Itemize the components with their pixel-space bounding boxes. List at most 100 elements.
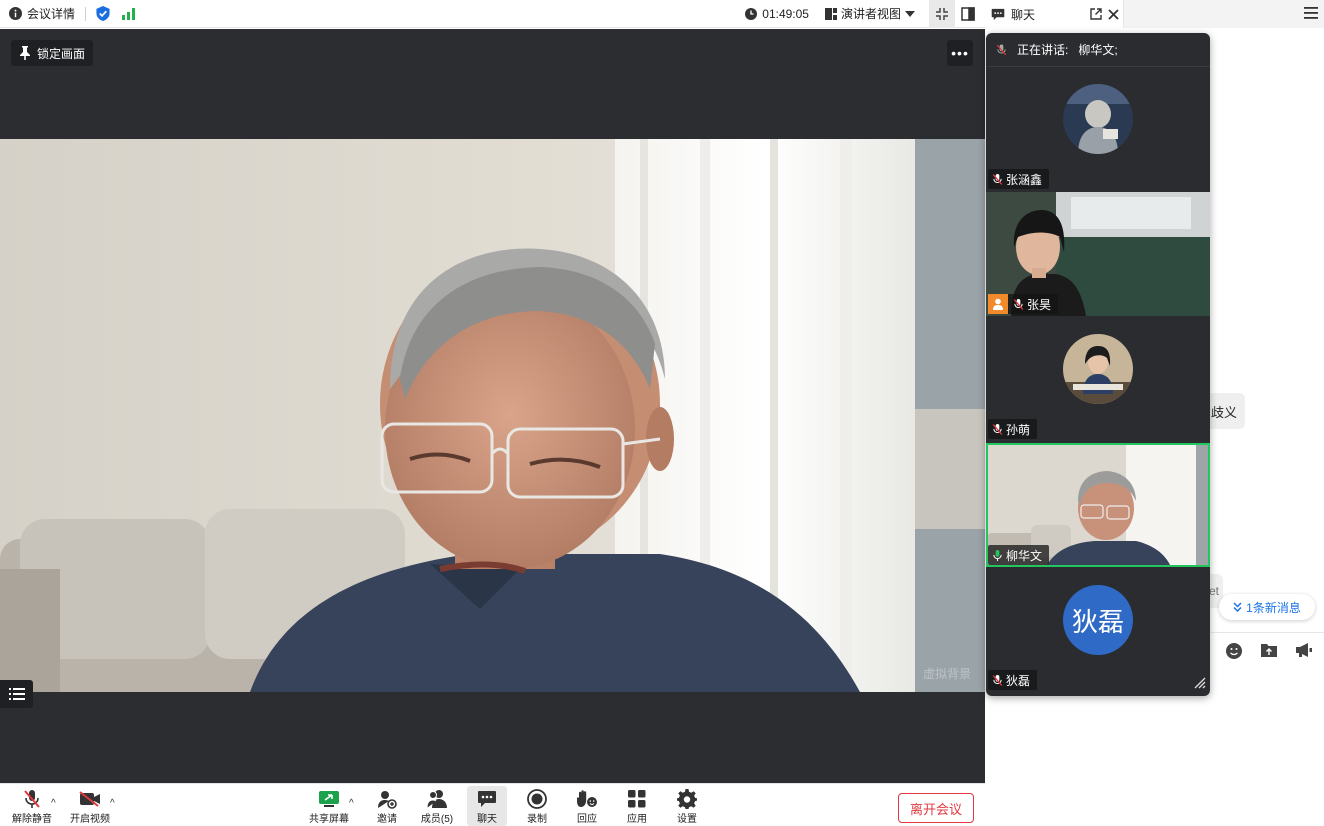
participant-name: 狄磊 — [1006, 673, 1031, 688]
participant-name-tag: 孙萌 — [988, 419, 1038, 439]
record-button[interactable]: 录制 — [520, 786, 554, 826]
record-icon — [527, 788, 547, 809]
security-shield-icon[interactable] — [96, 6, 110, 21]
invite-label: 邀请 — [377, 813, 397, 825]
text-avatar: 狄磊 — [1063, 585, 1133, 655]
speaking-label: 正在讲话: — [1017, 43, 1069, 57]
chat-button[interactable]: 聊天 — [467, 786, 507, 826]
sidebar-icon — [961, 6, 975, 21]
more-options-button[interactable]: ••• — [947, 40, 973, 66]
invite-user-icon — [378, 790, 397, 809]
share-screen-icon — [319, 790, 339, 807]
participant-name: 孙萌 — [1006, 422, 1031, 437]
mic-muted-icon — [1013, 298, 1024, 310]
participant-tile[interactable]: 狄磊 狄磊 — [986, 568, 1210, 692]
meeting-timer: 01:49:05 — [745, 7, 809, 21]
exit-fullscreen-button[interactable] — [929, 0, 955, 28]
participant-tile-active-speaker[interactable]: 柳华文 — [986, 443, 1210, 567]
chat-side-bar — [1123, 0, 1324, 28]
reactions-button[interactable]: 回应 — [570, 786, 604, 826]
chat-input-tools — [1225, 642, 1313, 660]
leave-meeting-button[interactable]: 离开会议 — [898, 793, 974, 823]
side-panel-toggle-button[interactable] — [955, 0, 981, 28]
video-options-caret[interactable]: ^ — [110, 798, 115, 809]
settings-button[interactable]: 设置 — [670, 786, 704, 826]
close-icon[interactable] — [1108, 8, 1119, 20]
pin-icon — [20, 46, 30, 60]
speaker-video: 虚拟背景 — [0, 139, 985, 692]
resize-handle-icon[interactable] — [1194, 677, 1206, 689]
meeting-window: 会议详情 01:49:05 演讲者视图 锁定画面 ••• 虚拟背景 解除静音 ^… — [0, 0, 1324, 826]
view-mode-dropdown[interactable]: 演讲者视图 — [824, 5, 915, 22]
top-bar: 会议详情 01:49:05 演讲者视图 — [0, 0, 985, 28]
members-label: 成员(5) — [420, 813, 454, 825]
list-icon — [8, 688, 25, 700]
signal-strength-icon[interactable] — [122, 7, 136, 20]
double-chevron-down-icon — [1233, 602, 1242, 612]
meeting-details-button[interactable]: 会议详情 — [9, 5, 75, 22]
participant-gallery: 正在讲话: 柳华文; 张涵鑫 张昊 孙萌 柳华文 狄磊 狄磊 — [986, 33, 1210, 696]
mic-muted-icon — [996, 44, 1007, 55]
participant-name-tag: 张涵鑫 — [988, 169, 1050, 189]
bottom-toolbar: 解除静音 ^ 开启视频 ^ 共享屏幕 ^ 邀请 成员(5) 聊天 录制 回应 应… — [0, 783, 985, 826]
timer-text: 01:49:05 — [762, 6, 809, 21]
chat-bubble-icon — [478, 790, 496, 807]
participant-name: 柳华文 — [1006, 548, 1043, 563]
participant-tile[interactable]: 孙萌 — [986, 317, 1210, 441]
new-messages-button[interactable]: 1条新消息 — [1219, 594, 1315, 620]
reaction-hand-icon — [576, 789, 597, 807]
camera-off-icon — [79, 790, 100, 807]
folder-upload-icon[interactable] — [1260, 642, 1278, 658]
apps-button[interactable]: 应用 — [620, 786, 654, 826]
share-screen-button[interactable]: 共享屏幕 — [308, 786, 350, 826]
mic-muted-icon — [992, 173, 1003, 185]
gear-icon — [677, 788, 697, 809]
participant-name: 张涵鑫 — [1006, 172, 1043, 187]
chat-title: 聊天 — [1011, 7, 1036, 22]
chat-label: 聊天 — [477, 813, 497, 825]
participant-list-button[interactable] — [0, 680, 33, 708]
chat-icon — [991, 8, 1005, 20]
view-mode-label: 演讲者视图 — [840, 7, 901, 21]
participant-tile[interactable]: 张昊 — [986, 192, 1210, 316]
apps-grid-icon — [628, 789, 646, 807]
start-video-button[interactable]: 开启视频 — [68, 786, 112, 826]
participant-name-tag: 狄磊 — [988, 670, 1038, 690]
unmute-label: 解除静音 — [12, 813, 52, 825]
meeting-details-label: 会议详情 — [27, 7, 76, 21]
reactions-label: 回应 — [577, 813, 597, 825]
share-options-caret[interactable]: ^ — [349, 798, 354, 809]
menu-icon[interactable] — [1304, 6, 1318, 20]
audio-options-caret[interactable]: ^ — [51, 798, 56, 809]
mic-muted-icon — [992, 423, 1003, 435]
start-video-label: 开启视频 — [70, 813, 110, 825]
new-messages-label: 1条新消息 — [1246, 600, 1301, 615]
participant-tile[interactable]: 张涵鑫 — [986, 67, 1210, 191]
divider — [85, 6, 87, 21]
chat-message-text: 歧义 — [1210, 404, 1237, 420]
collapse-icon — [936, 7, 948, 20]
participant-name-tag: 柳华文 — [988, 545, 1050, 565]
record-label: 录制 — [527, 813, 547, 825]
main-video-stage: 锁定画面 ••• 虚拟背景 — [0, 29, 985, 783]
emoji-icon[interactable] — [1225, 642, 1243, 660]
members-button[interactable]: 成员(5) — [418, 786, 456, 826]
avatar — [1063, 84, 1133, 154]
host-badge-icon — [988, 294, 1008, 314]
speaker-name: 柳华文; — [1078, 43, 1118, 57]
megaphone-icon[interactable] — [1295, 642, 1313, 658]
speaking-indicator: 正在讲话: 柳华文; — [986, 33, 1210, 67]
lock-view-button[interactable]: 锁定画面 — [11, 40, 94, 66]
info-icon — [9, 7, 22, 20]
clock-icon — [745, 7, 758, 20]
chat-message-text: et — [1208, 584, 1219, 598]
pop-out-icon[interactable] — [1090, 8, 1102, 20]
participant-name: 张昊 — [1027, 297, 1052, 312]
share-screen-label: 共享屏幕 — [309, 813, 349, 825]
divider — [1211, 632, 1324, 633]
mic-muted-icon — [24, 789, 40, 808]
mic-muted-icon — [992, 674, 1003, 686]
invite-button[interactable]: 邀请 — [370, 786, 404, 826]
chevron-down-icon — [905, 10, 915, 17]
unmute-button[interactable]: 解除静音 — [10, 786, 54, 826]
